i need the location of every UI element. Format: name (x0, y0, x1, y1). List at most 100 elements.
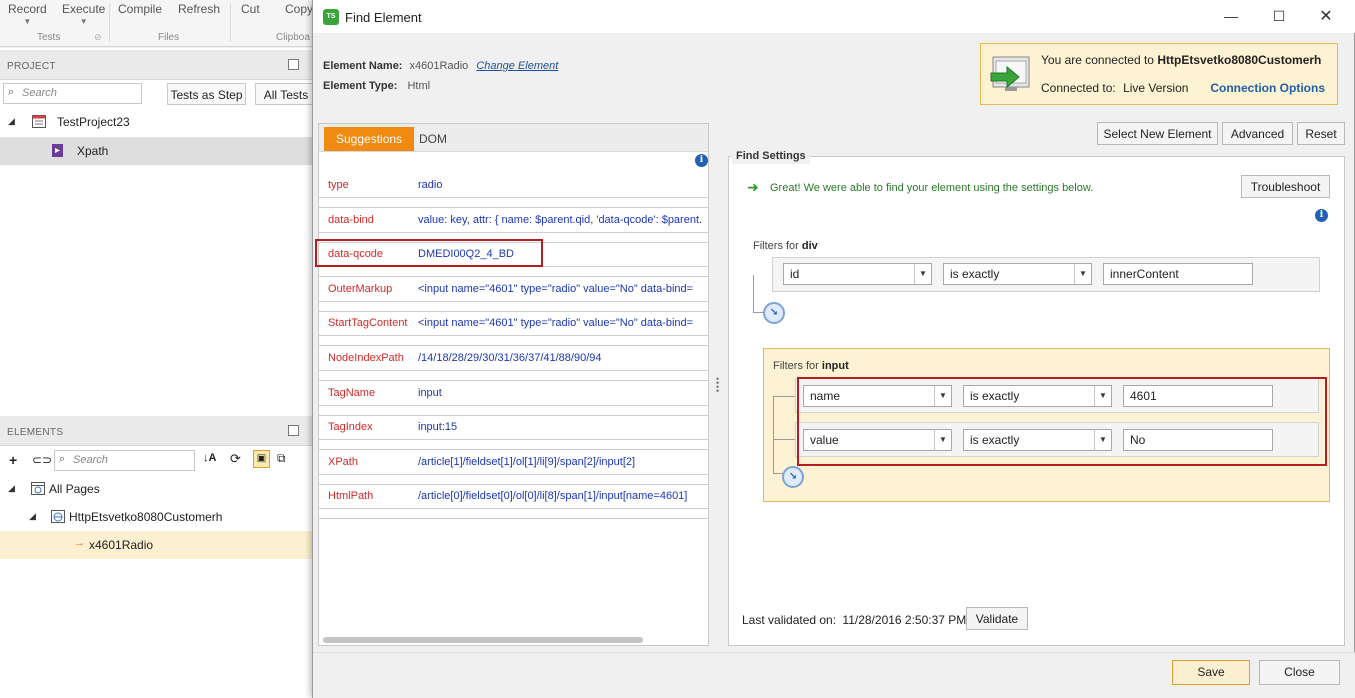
all-tests-button[interactable]: All Tests (255, 83, 317, 105)
save-button[interactable]: Save (1172, 660, 1250, 685)
cut-button[interactable]: Cut (241, 2, 260, 16)
suggestion-key: NodeIndexPath (328, 352, 404, 364)
execute-label: Execute (62, 2, 106, 16)
tree-item-test[interactable]: Xpath (0, 137, 313, 165)
suggestion-key: type (328, 179, 349, 191)
record-button[interactable]: Record ▼ (8, 2, 47, 26)
suggestion-row[interactable]: StartTagContent <input name="4601" type="… (319, 312, 708, 336)
tab-dom[interactable]: DOM (407, 127, 459, 151)
pin-icon[interactable] (288, 59, 299, 70)
copy-label: Copy (285, 2, 314, 16)
tree-item-all-pages[interactable]: ◢ All Pages (0, 475, 313, 503)
element-name-row: Element Name: x4601Radio Change Element (323, 60, 558, 72)
suggestion-row[interactable]: TagIndex input:15 (319, 416, 708, 440)
add-filter-icon[interactable]: ↘ (782, 466, 804, 488)
filters-tag: div (801, 240, 818, 252)
change-element-link[interactable]: Change Element (476, 60, 558, 72)
suggestion-row[interactable]: type radio (319, 174, 708, 198)
info-icon[interactable]: i (1315, 209, 1328, 222)
project-panel-header: PROJECT (0, 50, 313, 80)
horizontal-scrollbar[interactable] (323, 637, 643, 643)
refresh-icon[interactable]: ⟳ (230, 451, 241, 467)
row-divider (319, 301, 708, 312)
view-mode-icon[interactable]: ▣ (253, 450, 270, 468)
filter-value-input[interactable]: innerContent (1103, 263, 1253, 285)
connection-status-panel: You are connected to HttpEtsvetko8080Cus… (980, 43, 1338, 105)
minimize-icon[interactable]: — (1208, 0, 1254, 33)
suggestion-key: StartTagContent (328, 317, 408, 329)
element-type-value: Html (407, 80, 431, 92)
collapse-arrow-icon[interactable]: ◢ (8, 483, 15, 494)
validate-button[interactable]: Validate (966, 607, 1028, 630)
dropdown-arrow-icon: ▼ (1074, 264, 1091, 284)
suggestion-key: XPath (328, 456, 358, 468)
copy-button[interactable]: Copy (285, 2, 313, 16)
ribbon-divider (109, 4, 110, 42)
collapse-all-icon[interactable]: ⧉ (277, 451, 286, 466)
info-icon[interactable]: i (695, 154, 708, 167)
ribbon-divider (230, 4, 231, 42)
operator-select[interactable]: is exactly ▼ (943, 263, 1092, 285)
div-filter-row: id ▼ is exactly ▼ innerContent (772, 257, 1320, 292)
filters-for-prefix: Filters for (753, 240, 799, 252)
tree-item-label: All Pages (49, 482, 100, 496)
suggestion-row[interactable]: TagName input (319, 382, 708, 406)
execute-button[interactable]: Execute ▼ (62, 2, 105, 26)
tab-suggestions[interactable]: Suggestions (324, 127, 415, 151)
dropdown-arrow-icon: ▼ (914, 264, 931, 284)
element-name-value: x4601Radio (409, 60, 469, 72)
suggestion-row[interactable]: NodeIndexPath/14/18/28/29/30/31/36/37/41… (319, 347, 708, 371)
compile-button[interactable]: Compile (118, 2, 162, 16)
input-filters-label: Filters for input (773, 360, 849, 372)
suggestion-key: data-bind (328, 214, 374, 226)
suggestion-value: input (418, 387, 442, 399)
troubleshoot-button[interactable]: Troubleshoot (1241, 175, 1330, 198)
suggestion-row[interactable]: data-bind value: key, attr: { name: $pare… (319, 209, 708, 233)
compile-label: Compile (118, 2, 163, 16)
refresh-button[interactable]: Refresh (178, 2, 220, 16)
find-settings-title: Find Settings (732, 148, 810, 164)
sort-icon[interactable]: ↓A (203, 452, 216, 464)
tests-as-step-button[interactable]: Tests as Step (167, 83, 246, 105)
reset-button[interactable]: Reset (1297, 122, 1345, 145)
splitter-grip-icon[interactable]: • • • • (716, 375, 719, 396)
connected-to-value: Live Version (1123, 81, 1189, 95)
suggestion-row[interactable]: XPath/article[1]/fieldset[1]/ol[1]/li[9]… (319, 451, 708, 475)
project-search-placeholder: Search (22, 87, 57, 99)
elements-search-input[interactable]: ⌕ Search (54, 450, 195, 471)
add-icon[interactable]: + (9, 452, 17, 468)
collapse-arrow-icon[interactable]: ◢ (29, 511, 36, 522)
ribbon-group-clipboard: Clipboa (276, 32, 310, 43)
project-search-input[interactable]: ⌕ Search (3, 83, 142, 104)
attribute-select[interactable]: id ▼ (783, 263, 932, 285)
project-icon (32, 115, 46, 128)
last-validated: Last validated on: 11/28/2016 2:50:37 PM (742, 613, 966, 627)
tree-item-element[interactable]: → x4601Radio (0, 531, 313, 559)
suggestion-value: radio (418, 179, 443, 191)
advanced-button[interactable]: Advanced (1222, 122, 1293, 145)
maximize-icon[interactable]: ☐ (1256, 0, 1302, 33)
select-new-element-button[interactable]: Select New Element (1097, 122, 1218, 145)
close-button[interactable]: Close (1259, 660, 1340, 685)
close-icon[interactable]: ✕ (1303, 0, 1349, 33)
link-icon[interactable]: ⊂⊃ (32, 453, 52, 467)
add-filter-icon[interactable]: ↘ (763, 302, 785, 324)
dialog-title: Find Element (345, 10, 422, 25)
row-divider (319, 474, 708, 485)
connection-version: Connected to: Live Version (1041, 81, 1188, 95)
suggestion-row[interactable]: HtmlPath/article[0]/fieldset[0]/ol[0]/li… (319, 485, 708, 509)
row-divider (319, 370, 708, 381)
connection-options-link[interactable]: Connection Options (1210, 81, 1325, 95)
pin-icon[interactable] (288, 425, 299, 436)
tree-item-page[interactable]: ◢ HttpEtsvetko8080Customerh (0, 503, 313, 531)
pages-icon (31, 482, 45, 495)
success-message: Great! We were able to find your element… (770, 182, 1094, 194)
highlight-box (797, 377, 1327, 466)
row-divider (319, 197, 708, 208)
filter-value: innerContent (1110, 267, 1179, 281)
suggestion-value: <input name="4601" type="radio" value="N… (418, 317, 694, 329)
group-expander-icon[interactable]: ⊘ (94, 32, 102, 43)
suggestion-row[interactable]: OuterMarkup <input name="4601" type="radi… (319, 278, 708, 302)
tree-item-project[interactable]: ◢ TestProject23 (0, 108, 313, 136)
collapse-arrow-icon[interactable]: ◢ (8, 116, 15, 127)
